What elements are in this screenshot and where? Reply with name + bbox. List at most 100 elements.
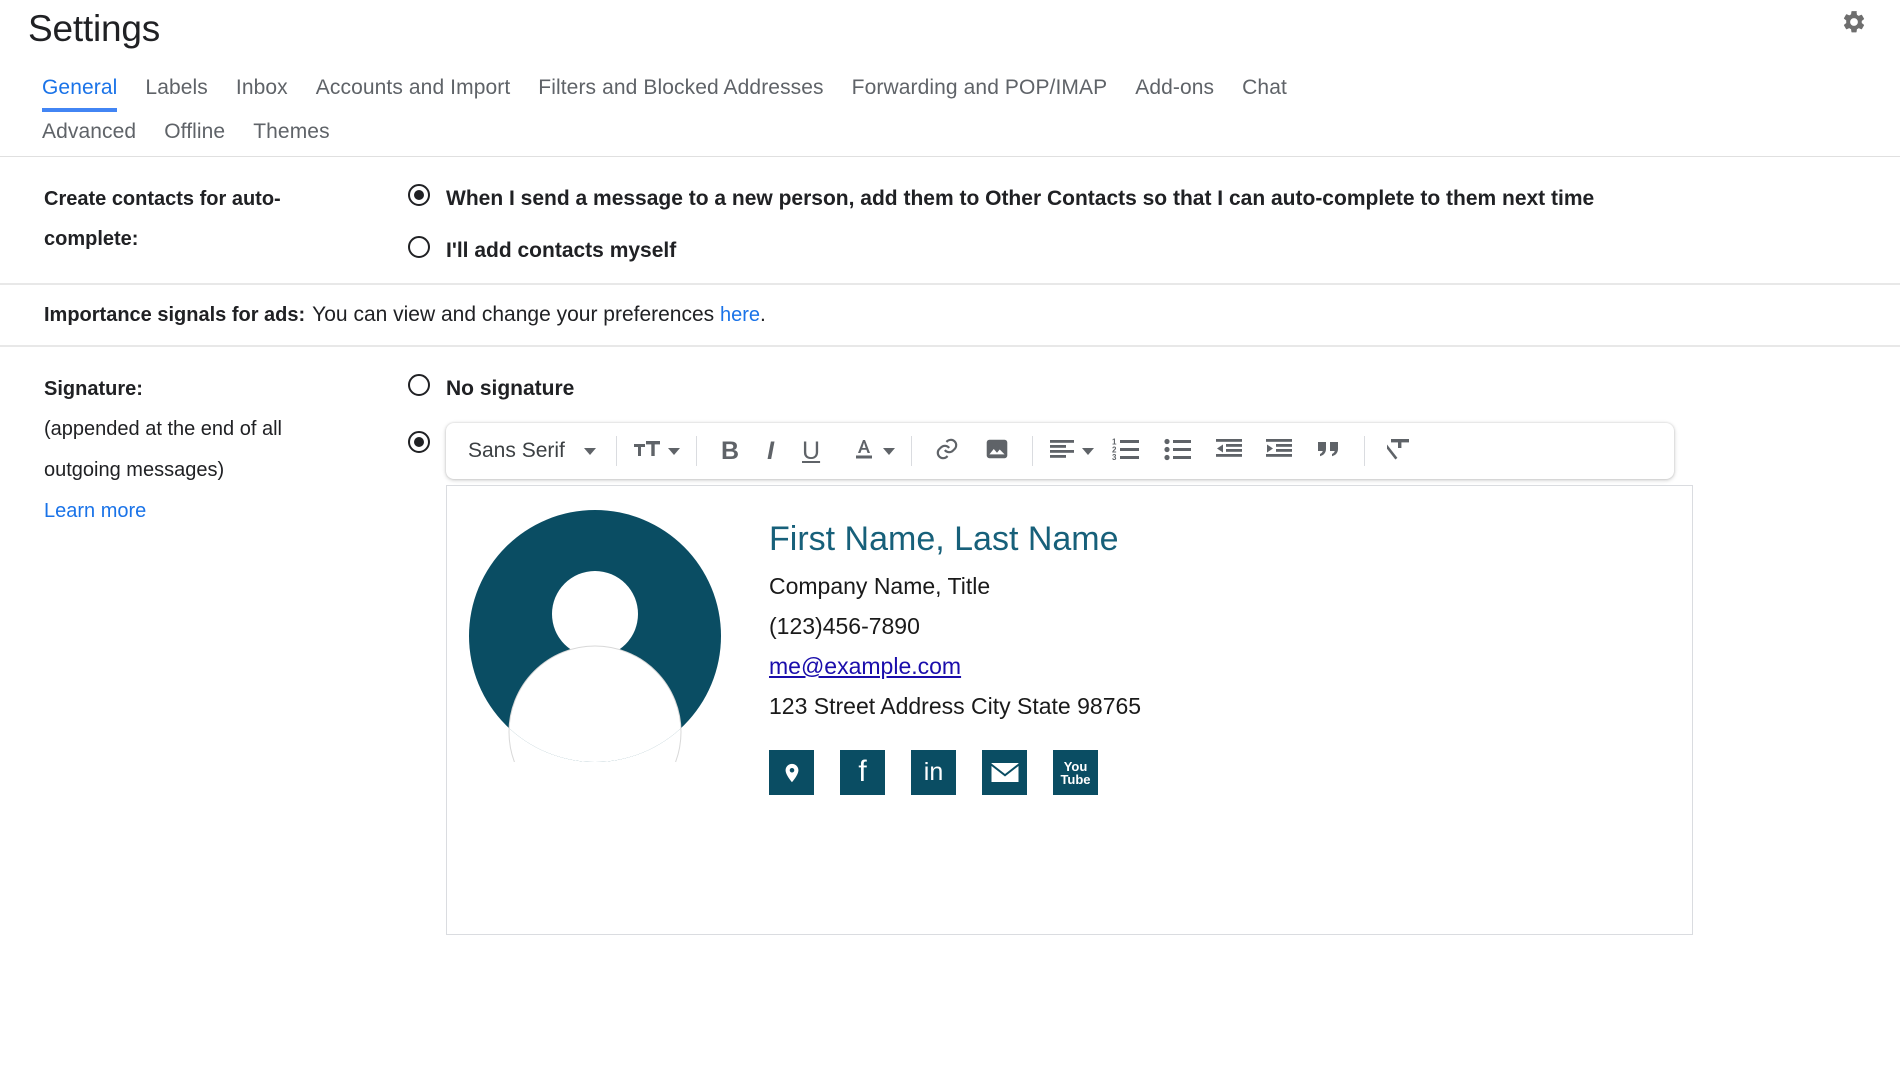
italic-icon: I <box>767 436 775 465</box>
underline-button[interactable]: U <box>788 431 834 471</box>
remove-formatting-icon <box>1383 437 1413 466</box>
email-icon <box>991 762 1019 783</box>
person-avatar <box>469 510 721 762</box>
settings-tabbar: General Labels Inbox Accounts and Import… <box>0 62 1900 157</box>
insert-image-icon <box>984 436 1010 467</box>
toolbar-divider <box>616 436 617 466</box>
indent-more-button[interactable] <box>1254 431 1304 471</box>
block-quote-icon <box>1316 438 1342 465</box>
signature-details: First Name, Last Name Company Name, Titl… <box>769 504 1141 795</box>
ads-text-before: You can view and change your preferences <box>312 303 721 326</box>
signature-company-title: Company Name, Title <box>769 573 991 599</box>
toolbar-divider <box>696 436 697 466</box>
ads-preferences-link[interactable]: here <box>720 304 760 327</box>
svg-text:3: 3 <box>1112 453 1117 461</box>
linkedin-icon: in <box>923 758 944 786</box>
italic-button[interactable]: I <box>753 431 788 471</box>
radio-manual-add-label: I'll add contacts myself <box>446 239 677 262</box>
signature-learn-more-link[interactable]: Learn more <box>44 491 146 532</box>
setting-importance-signals-for-ads: Importance signals for ads: You can view… <box>0 283 1900 345</box>
radio-option-no-signature[interactable]: No signature <box>408 369 1872 409</box>
signature-sublabel-line1: (appended at the end of all <box>44 418 282 440</box>
tab-add-ons[interactable]: Add-ons <box>1121 62 1228 106</box>
font-family-selector[interactable]: Sans Serif <box>456 431 606 471</box>
setting-signature: Signature: (appended at the end of all o… <box>0 345 1900 947</box>
signature-label: Signature: <box>44 378 143 400</box>
tab-filters-and-blocked-addresses[interactable]: Filters and Blocked Addresses <box>524 62 837 106</box>
chevron-down-icon <box>883 447 896 455</box>
signature-options: No signature Sans Serif B I U 1 2 3 Firs… <box>408 347 1872 947</box>
ads-description: You can view and change your preferences… <box>312 303 766 327</box>
create-contacts-label-line1: Create contacts for auto- <box>44 188 281 210</box>
tab-row-primary: General Labels Inbox Accounts and Import… <box>28 62 1900 112</box>
email-icon-button[interactable] <box>982 750 1027 795</box>
youtube-icon-line2: Tube <box>1060 771 1091 787</box>
tab-inbox[interactable]: Inbox <box>222 62 302 106</box>
indent-less-icon <box>1216 438 1243 465</box>
chevron-down-icon <box>584 447 596 455</box>
create-contacts-label: Create contacts for auto- complete: <box>44 157 408 259</box>
facebook-icon-button[interactable]: f <box>840 750 885 795</box>
radio-option-signature-editor: Sans Serif B I U 1 2 3 First Name, Last … <box>408 423 1872 935</box>
tab-row-secondary: Advanced Offline Themes <box>28 120 1900 156</box>
signature-social-row: f in You Tube <box>769 750 1141 795</box>
bulleted-list-button[interactable] <box>1152 431 1204 471</box>
signature-email-link[interactable]: me@example.com <box>769 646 961 686</box>
indent-less-button[interactable] <box>1204 431 1254 471</box>
bold-button[interactable]: B <box>707 431 753 471</box>
ads-text-after: . <box>760 303 766 326</box>
radio-no-signature-input[interactable] <box>408 374 430 396</box>
radio-signature-editor-input[interactable] <box>408 431 430 453</box>
youtube-icon-button[interactable]: You Tube <box>1053 750 1098 795</box>
underline-icon: U <box>802 436 821 465</box>
setting-create-contacts: Create contacts for auto- complete: When… <box>0 157 1900 283</box>
text-color-icon <box>852 437 876 466</box>
signature-format-toolbar: Sans Serif B I U 1 2 3 <box>446 423 1674 479</box>
youtube-icon: You Tube <box>1060 760 1090 786</box>
radio-no-signature-label: No signature <box>446 377 575 400</box>
text-size-selector[interactable] <box>627 431 686 471</box>
align-selector[interactable] <box>1043 431 1100 471</box>
tab-offline[interactable]: Offline <box>150 120 239 144</box>
create-contacts-options: When I send a message to a new person, a… <box>408 157 1872 283</box>
radio-auto-add-input[interactable] <box>408 184 430 206</box>
page-title: Settings <box>28 8 161 49</box>
radio-option-auto-add[interactable]: When I send a message to a new person, a… <box>408 179 1872 219</box>
numbered-list-button[interactable]: 1 2 3 <box>1100 431 1152 471</box>
chevron-down-icon <box>1082 447 1095 455</box>
tab-labels[interactable]: Labels <box>131 62 221 106</box>
radio-option-manual-add[interactable]: I'll add contacts myself <box>408 231 1872 271</box>
remove-formatting-button[interactable] <box>1375 431 1425 471</box>
toolbar-divider <box>1364 436 1366 466</box>
map-pin-icon <box>781 761 803 785</box>
linkedin-icon-button[interactable]: in <box>911 750 956 795</box>
toolbar-divider <box>1032 436 1034 466</box>
tab-general[interactable]: General <box>28 62 131 112</box>
tab-accounts-and-import[interactable]: Accounts and Import <box>302 62 525 106</box>
bold-icon: B <box>721 436 740 465</box>
tab-chat[interactable]: Chat <box>1228 62 1301 106</box>
tab-forwarding-and-pop-imap[interactable]: Forwarding and POP/IMAP <box>838 62 1122 106</box>
text-size-icon <box>633 438 661 465</box>
signature-name: First Name, Last Name <box>769 520 1119 558</box>
toolbar-divider <box>911 436 913 466</box>
signature-phone: (123)456-7890 <box>769 613 920 639</box>
radio-manual-add-input[interactable] <box>408 236 430 258</box>
link-icon <box>934 436 960 467</box>
signature-content-box[interactable]: First Name, Last Name Company Name, Titl… <box>446 485 1693 935</box>
block-quote-button[interactable] <box>1304 431 1354 471</box>
insert-link-button[interactable] <box>922 431 972 471</box>
map-pin-icon-button[interactable] <box>769 750 814 795</box>
chevron-down-icon <box>668 447 680 455</box>
tab-themes[interactable]: Themes <box>239 120 343 144</box>
gear-icon <box>1841 9 1867 35</box>
settings-gear-button[interactable] <box>1834 2 1874 42</box>
ads-label: Importance signals for ads: <box>44 304 306 326</box>
tab-advanced[interactable]: Advanced <box>28 120 150 144</box>
indent-more-icon <box>1266 438 1293 465</box>
align-left-icon <box>1049 438 1075 465</box>
signature-address: 123 Street Address City State 98765 <box>769 693 1142 719</box>
insert-image-button[interactable] <box>972 431 1022 471</box>
text-color-selector[interactable] <box>846 431 901 471</box>
radio-auto-add-label: When I send a message to a new person, a… <box>446 187 1595 210</box>
